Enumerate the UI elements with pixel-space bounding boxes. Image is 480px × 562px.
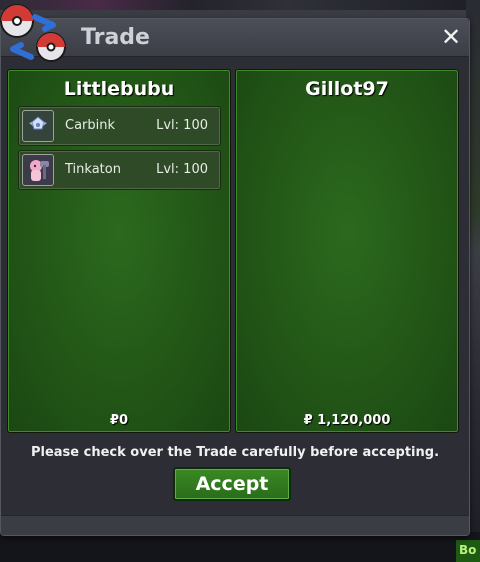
right-trade-panel: Gillot97 ₽ 1,120,000 bbox=[235, 69, 459, 433]
trade-window: Trade ✕ Littlebubu Carbink Lvl: 100 Tink… bbox=[0, 4, 470, 536]
background-game-strip-bottom bbox=[0, 532, 480, 562]
carbink-icon bbox=[22, 110, 54, 142]
trade-item-carbink[interactable]: Carbink Lvl: 100 bbox=[18, 106, 221, 146]
accept-button[interactable]: Accept bbox=[173, 467, 291, 501]
window-title: Trade bbox=[81, 25, 150, 50]
item-level: Lvl: 100 bbox=[156, 162, 208, 177]
left-player-name: Littlebubu bbox=[63, 78, 175, 100]
trade-logo-icon bbox=[0, 4, 66, 62]
right-money-offer: ₽ 1,120,000 bbox=[303, 413, 391, 428]
background-corner-label: Bo bbox=[456, 540, 480, 562]
item-level: Lvl: 100 bbox=[156, 118, 208, 133]
window-bottom-bar bbox=[1, 515, 469, 535]
tinkaton-icon bbox=[22, 154, 54, 186]
left-money-offer: ₽0 bbox=[109, 413, 129, 428]
item-name: Tinkaton bbox=[65, 162, 121, 177]
left-trade-panel: Littlebubu Carbink Lvl: 100 Tinkaton Lvl… bbox=[7, 69, 231, 433]
trade-item-tinkaton[interactable]: Tinkaton Lvl: 100 bbox=[18, 150, 221, 190]
right-player-name: Gillot97 bbox=[305, 78, 389, 100]
item-name: Carbink bbox=[65, 118, 116, 133]
close-button[interactable]: ✕ bbox=[439, 25, 463, 49]
trade-notice: Please check over the Trade carefully be… bbox=[30, 445, 440, 460]
